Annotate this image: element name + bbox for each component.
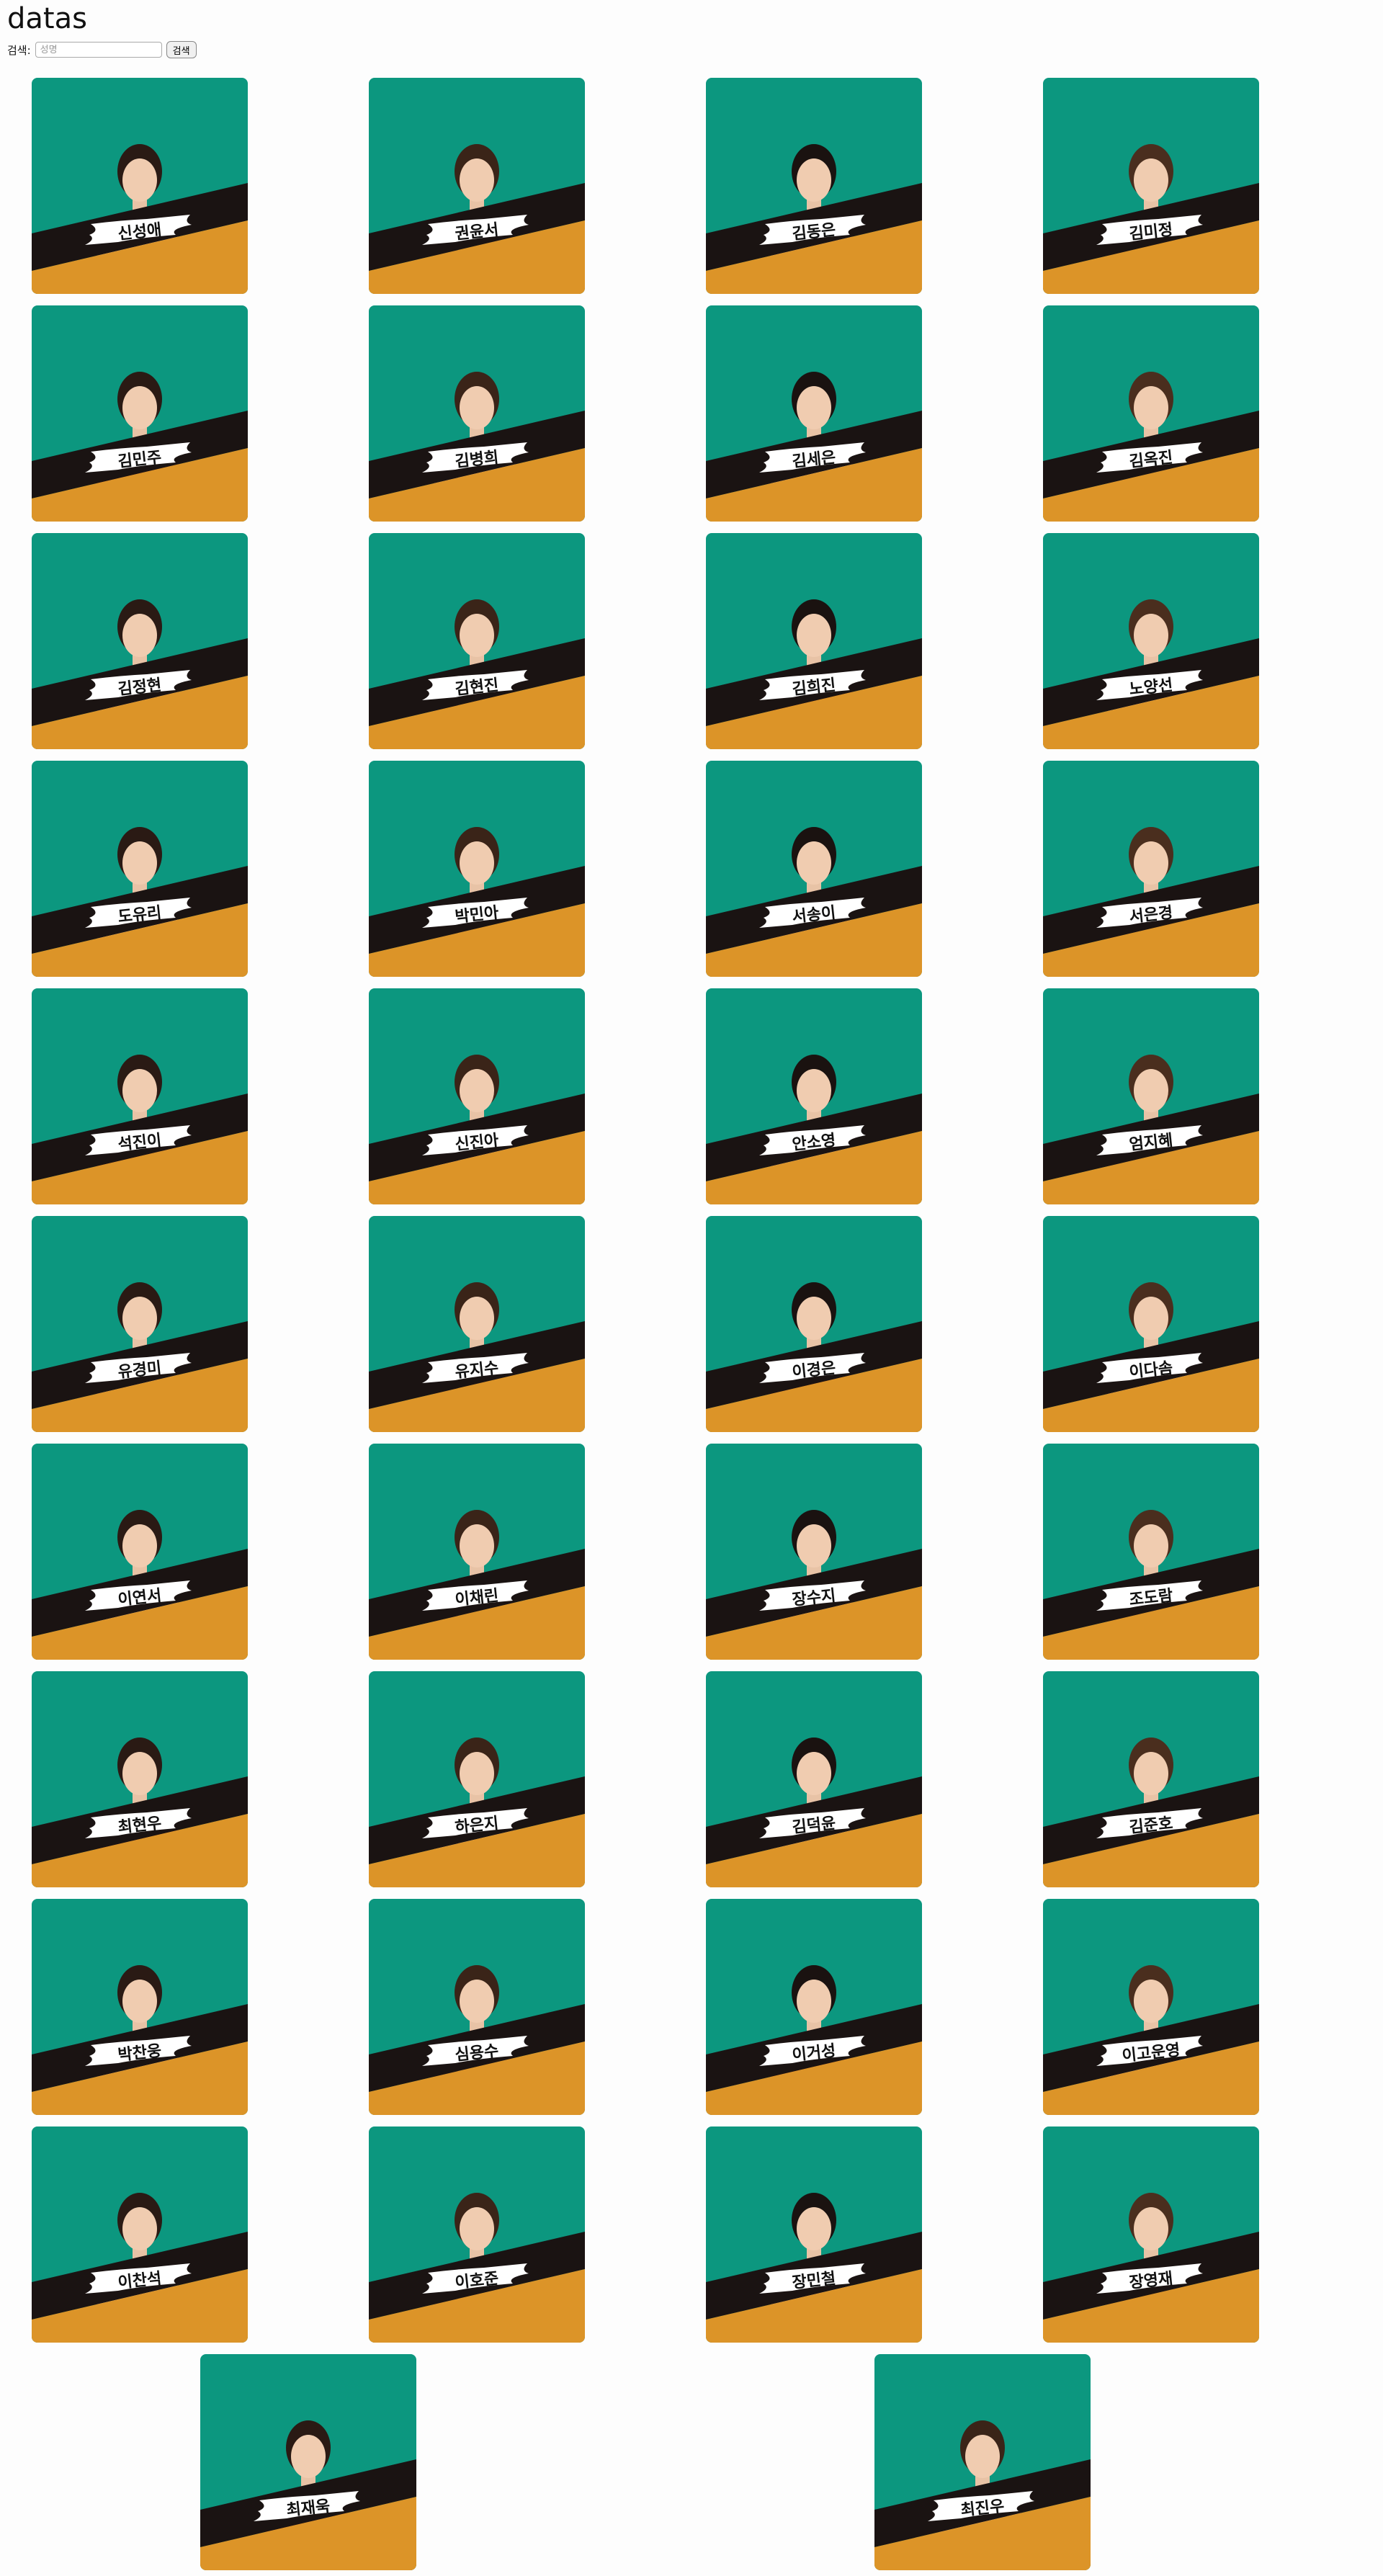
profile-card-graphic: 김옥진 [1043,305,1259,522]
profile-card-graphic: 김세은 [706,305,922,522]
profile-card-graphic: 김민주 [32,305,248,522]
profile-card[interactable]: 이다솜 [1043,1216,1259,1432]
profile-card-graphic: 이다솜 [1043,1216,1259,1432]
profile-card[interactable]: 김정현 [32,533,248,749]
profile-card[interactable]: 김세은 [706,305,922,522]
profile-card-graphic: 이찬석 [32,2126,248,2343]
profile-card[interactable]: 유지수 [369,1216,585,1432]
profile-card-graphic: 서송이 [706,761,922,977]
profile-card-graphic: 조도람 [1043,1444,1259,1660]
profile-card-graphic: 서은경 [1043,761,1259,977]
profile-card-graphic: 신성애 [32,78,248,294]
profile-card[interactable]: 이연서 [32,1444,248,1660]
profile-card-graphic: 하은지 [369,1671,585,1887]
profile-card-graphic: 김미정 [1043,78,1259,294]
profile-card[interactable]: 서은경 [1043,761,1259,977]
profile-card[interactable]: 최재욱 [200,2354,416,2570]
profile-card[interactable]: 이찬석 [32,2126,248,2343]
profile-card[interactable]: 김현진 [369,533,585,749]
profile-card-graphic: 엄지혜 [1043,988,1259,1204]
profile-card-graphic: 권윤서 [369,78,585,294]
profile-card[interactable]: 박민아 [369,761,585,977]
profile-card[interactable]: 장영재 [1043,2126,1259,2343]
profile-card-graphic: 이경은 [706,1216,922,1432]
profile-card[interactable]: 이고운영 [1043,1899,1259,2115]
profile-card[interactable]: 석진이 [32,988,248,1204]
profile-card-graphic: 김병희 [369,305,585,522]
profile-card[interactable]: 최진우 [874,2354,1091,2570]
profile-card[interactable]: 안소영 [706,988,922,1204]
profile-card-graphic: 이호준 [369,2126,585,2343]
profile-card-grid: 신성애 권윤서 김동은 김미정 김민주 김병희 김세은 김옥진 김정현 김현진 김희진 노양선 도유리 박… [0,0,1383,2576]
profile-card[interactable]: 하은지 [369,1671,585,1887]
profile-card-graphic: 김희진 [706,533,922,749]
profile-card-graphic: 김동은 [706,78,922,294]
profile-card[interactable]: 이호준 [369,2126,585,2343]
profile-card[interactable]: 권윤서 [369,78,585,294]
profile-card-graphic: 장수지 [706,1444,922,1660]
profile-card-graphic: 최현우 [32,1671,248,1887]
profile-card[interactable]: 조도람 [1043,1444,1259,1660]
profile-card-graphic: 박민아 [369,761,585,977]
profile-card-graphic: 석진이 [32,988,248,1204]
profile-card[interactable]: 이거성 [706,1899,922,2115]
profile-card[interactable]: 김동은 [706,78,922,294]
profile-card[interactable]: 김희진 [706,533,922,749]
profile-card[interactable]: 장민철 [706,2126,922,2343]
profile-card-graphic: 최진우 [874,2354,1091,2570]
profile-card[interactable]: 김미정 [1043,78,1259,294]
profile-card[interactable]: 최현우 [32,1671,248,1887]
profile-card[interactable]: 김병희 [369,305,585,522]
profile-card-graphic: 노양선 [1043,533,1259,749]
profile-card[interactable]: 노양선 [1043,533,1259,749]
profile-card[interactable]: 신진아 [369,988,585,1204]
profile-card[interactable]: 서송이 [706,761,922,977]
profile-card[interactable]: 김덕윤 [706,1671,922,1887]
profile-card[interactable]: 심용수 [369,1899,585,2115]
profile-card[interactable]: 이채린 [369,1444,585,1660]
profile-card-graphic: 심용수 [369,1899,585,2115]
profile-card-graphic: 최재욱 [200,2354,416,2570]
profile-card[interactable]: 이경은 [706,1216,922,1432]
profile-card[interactable]: 신성애 [32,78,248,294]
profile-card-graphic: 도유리 [32,761,248,977]
profile-card-graphic: 신진아 [369,988,585,1204]
profile-card-graphic: 유지수 [369,1216,585,1432]
profile-card-graphic: 이거성 [706,1899,922,2115]
profile-card-graphic: 장영재 [1043,2126,1259,2343]
profile-card-graphic: 김정현 [32,533,248,749]
profile-card-graphic: 김준호 [1043,1671,1259,1887]
profile-card[interactable]: 도유리 [32,761,248,977]
profile-card-graphic: 이연서 [32,1444,248,1660]
profile-card-graphic: 박찬웅 [32,1899,248,2115]
profile-card[interactable]: 김옥진 [1043,305,1259,522]
profile-card-graphic: 장민철 [706,2126,922,2343]
profile-card[interactable]: 엄지혜 [1043,988,1259,1204]
profile-card-graphic: 안소영 [706,988,922,1204]
profile-card[interactable]: 장수지 [706,1444,922,1660]
profile-card-graphic: 이고운영 [1043,1899,1259,2115]
profile-card-graphic: 김덕윤 [706,1671,922,1887]
profile-card-graphic: 이채린 [369,1444,585,1660]
profile-card[interactable]: 김준호 [1043,1671,1259,1887]
profile-card[interactable]: 김민주 [32,305,248,522]
profile-card-graphic: 유경미 [32,1216,248,1432]
profile-card[interactable]: 박찬웅 [32,1899,248,2115]
profile-card-graphic: 김현진 [369,533,585,749]
profile-card[interactable]: 유경미 [32,1216,248,1432]
